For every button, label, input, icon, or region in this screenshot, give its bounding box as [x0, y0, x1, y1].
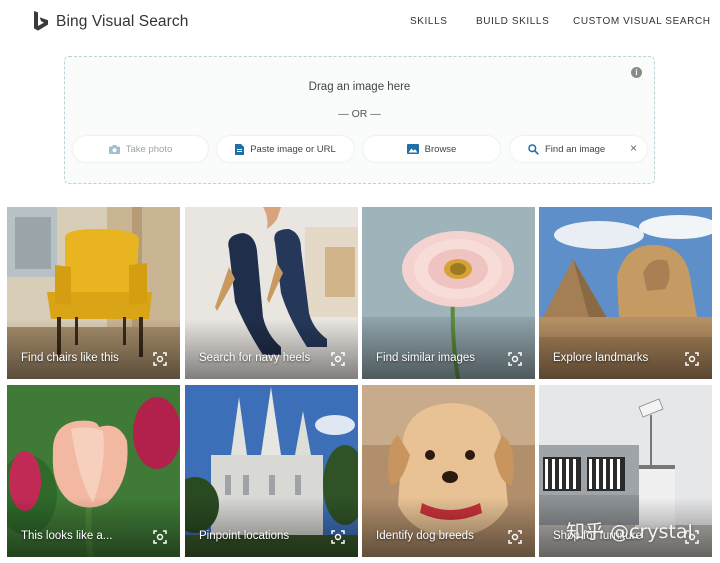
image-drop-zone[interactable]: i Drag an image here — OR — Take photo P… [64, 56, 655, 184]
visual-search-icon[interactable] [153, 530, 167, 544]
tile-caption: Identify dog breeds [376, 530, 474, 542]
tile-caption: Find chairs like this [21, 352, 119, 364]
nav-skills[interactable]: SKILLS [410, 16, 448, 27]
browse-button[interactable]: Browse [363, 136, 500, 162]
tile-this-looks-like[interactable]: This looks like a... [7, 385, 180, 557]
paste-image-url-button[interactable]: Paste image or URL [217, 136, 354, 162]
close-icon[interactable]: × [630, 142, 637, 154]
tile-pinpoint-locations[interactable]: Pinpoint locations [185, 385, 358, 557]
tile-caption: This looks like a... [21, 530, 113, 542]
visual-search-icon[interactable] [331, 352, 345, 366]
paste-image-url-label: Paste image or URL [250, 143, 336, 155]
tile-dog-breeds[interactable]: Identify dog breeds [362, 385, 535, 557]
watermark: 知乎 @crystal [566, 521, 693, 543]
visual-search-icon[interactable] [331, 530, 345, 544]
tile-caption: Pinpoint locations [199, 530, 290, 542]
find-image-placeholder: Find an image [545, 143, 606, 155]
info-icon[interactable]: i [631, 67, 642, 78]
camera-icon [108, 144, 120, 154]
visual-search-icon[interactable] [153, 352, 167, 366]
tile-similar-images[interactable]: Find similar images [362, 207, 535, 379]
header: Bing Visual Search SKILLS BUILD SKILLS C… [0, 0, 720, 44]
search-icon [528, 143, 539, 155]
nav-build-skills[interactable]: BUILD SKILLS [476, 16, 549, 27]
brand-title[interactable]: Bing Visual Search [56, 13, 188, 31]
tile-caption: Explore landmarks [553, 352, 649, 364]
visual-search-icon[interactable] [508, 530, 522, 544]
take-photo-button[interactable]: Take photo [73, 136, 208, 162]
nav-custom-visual-search[interactable]: CUSTOM VISUAL SEARCH [573, 16, 711, 27]
image-icon [406, 144, 419, 154]
bing-logo-icon[interactable] [32, 11, 50, 33]
visual-search-icon[interactable] [685, 352, 699, 366]
or-divider: — OR — [338, 108, 381, 120]
tile-landmarks[interactable]: Explore landmarks [539, 207, 712, 379]
document-icon [235, 143, 245, 155]
visual-search-icon[interactable] [508, 352, 522, 366]
drag-instruction: Drag an image here [308, 81, 411, 93]
tile-navy-heels[interactable]: Search for navy heels [185, 207, 358, 379]
find-image-search-box[interactable]: Find an image × [510, 136, 647, 162]
tile-find-chairs[interactable]: Find chairs like this [7, 207, 180, 379]
tile-caption: Search for navy heels [199, 352, 311, 364]
tile-caption: Find similar images [376, 352, 476, 364]
browse-label: Browse [424, 143, 457, 155]
take-photo-label: Take photo [125, 143, 173, 155]
